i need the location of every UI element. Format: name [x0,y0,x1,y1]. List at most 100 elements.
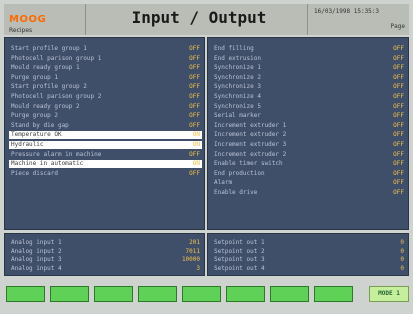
logo: MOOG Recipes [4,4,86,35]
function-button-4[interactable] [138,286,177,302]
digital-output-row: Increment extruder 1 OFF [212,122,406,130]
digital-output-row-label: Synchronize 5 [214,102,261,110]
digital-output-row: Increment extruder 2 OFF [212,131,406,139]
digital-input-row: Pressure alarm in machine OFF [9,151,202,159]
analog-input-row: Analog input 1 201 [9,239,202,247]
analog-output-row-value: 0 [400,264,404,272]
function-button-2[interactable] [50,286,89,302]
digital-input-row: Temperature OK ON [9,131,202,140]
digital-input-row-label: Stand by die gap [11,121,69,129]
digital-output-row-value: OFF [393,141,404,148]
digital-output-row-value: OFF [393,160,404,168]
digital-output-row: Increment extruder 2 OFF [212,151,406,159]
digital-output-row-value: OFF [393,112,404,120]
digital-input-row-label: Mould ready group 1 [11,64,80,72]
digital-output-row-value: OFF [393,179,404,187]
digital-input-row: Purge group 2 OFF [9,112,202,120]
digital-input-row-label: Machine in automatic [11,160,84,168]
digital-output-row-label: Alarm [214,179,233,187]
digital-input-row-value: ON [192,160,200,168]
digital-input-row-value: OFF [189,64,200,72]
analog-outputs-panel: Setpoint out 1 0 Setpoint out 2 0 Setpoint o… [207,233,409,276]
digital-input-row-label: Pressure alarm in machine [11,150,102,158]
digital-input-row: Photocell parison group 2 OFF [9,93,202,101]
function-button-3[interactable] [94,286,133,302]
function-button-1[interactable] [6,286,45,302]
digital-output-row-label: Increment extruder 2 [214,131,287,139]
digital-output-row-value: OFF [393,102,404,110]
analog-output-row: Setpoint out 3 0 [212,256,406,264]
digital-inputs-panel: Start profile group 1 OFF Photocell pariso… [4,37,205,230]
digital-input-row: Piece discard OFF [9,170,202,178]
digital-input-row-value: OFF [189,102,200,110]
digital-input-row-label: Piece discard [11,169,58,177]
digital-output-row: End filling OFF [212,45,406,53]
analog-output-row: Setpoint out 1 0 [212,239,406,247]
digital-input-row: Mould ready group 1 OFF [9,64,202,72]
recipes-label[interactable]: Recipes [9,27,85,34]
function-button-6[interactable] [226,286,265,302]
digital-input-row: Purge group 1 OFF [9,74,202,82]
analog-input-row-value: 7011 [185,247,200,255]
digital-output-row-value: OFF [393,73,404,81]
digital-output-row-value: OFF [393,131,404,139]
digital-input-row: Photocell parison group 1 OFF [9,55,202,63]
analog-input-row: Analog input 4 3 [9,265,202,273]
analog-output-row-label: Setpoint out 1 [214,239,265,246]
analog-input-row-label: Analog input 2 [11,247,62,255]
logo-text: MOOG [9,14,47,25]
digital-output-row-value: OFF [393,121,404,129]
digital-input-row-value: OFF [189,121,200,129]
digital-output-row-label: Synchronize 2 [214,73,261,81]
analog-output-row: Setpoint out 4 0 [212,265,406,273]
mode-button[interactable]: MODE 1 [369,286,409,302]
analog-input-row-label: Analog input 4 [11,264,62,272]
digital-input-row-value: OFF [189,45,200,52]
digital-input-row-value: OFF [189,93,200,100]
digital-output-row-label: Synchronize 4 [214,93,261,100]
digital-output-row: End production OFF [212,170,406,178]
digital-output-row: Increment extruder 3 OFF [212,141,406,149]
digital-output-row-label: Increment extruder 2 [214,150,287,158]
analog-input-row-label: Analog input 1 [11,239,62,246]
function-button-7[interactable] [270,286,309,302]
digital-input-row-label: Start profile group 2 [11,83,87,91]
digital-output-row-value: OFF [393,64,404,72]
digital-output-row-value: OFF [393,54,404,62]
analog-input-row: Analog input 2 7011 [9,248,202,256]
analog-output-row-label: Setpoint out 2 [214,247,265,255]
digital-output-row-value: OFF [393,83,404,91]
digital-output-row: Alarm OFF [212,179,406,187]
digital-output-row: Synchronize 5 OFF [212,103,406,111]
analog-input-row-value: 10000 [181,256,200,263]
digital-input-row-label: Mould ready group 2 [11,102,80,110]
digital-output-row: Enable drive OFF [212,189,406,197]
digital-input-row: Stand by die gap OFF [9,122,202,130]
analog-output-row-label: Setpoint out 3 [214,256,265,263]
analog-output-row-value: 0 [400,247,404,255]
digital-output-row-label: Enable drive [214,189,258,196]
digital-input-row-label: Photocell parison group 2 [11,93,102,100]
digital-output-row-value: OFF [393,189,404,196]
digital-input-row-value: ON [192,131,200,139]
digital-input-row-value: OFF [189,54,200,62]
digital-input-row: Start profile group 1 OFF [9,45,202,53]
digital-output-row: Synchronize 3 OFF [212,83,406,91]
digital-output-row-value: OFF [393,45,404,52]
digital-input-row-value: OFF [189,169,200,177]
header-bar: MOOG Recipes Input / Output 16/03/1998 1… [4,4,409,35]
digital-output-row: Synchronize 2 OFF [212,74,406,82]
analog-output-row: Setpoint out 2 0 [212,248,406,256]
digital-input-row-value: OFF [189,150,200,158]
digital-output-row-label: Serial marker [214,112,261,120]
digital-output-row: End extrusion OFF [212,55,406,63]
function-button-5[interactable] [182,286,221,302]
digital-output-row: Synchronize 4 OFF [212,93,406,101]
function-button-8[interactable] [314,286,353,302]
digital-input-row-value: OFF [189,112,200,120]
digital-input-row: Hydraulic ON [9,141,202,149]
analog-inputs-panel: Analog input 1 201 Analog input 2 7011 Analo… [4,233,205,276]
digital-input-row-label: Hydraulic [11,141,44,148]
digital-output-row-label: Synchronize 3 [214,83,261,91]
digital-output-row-label: Synchronize 1 [214,64,261,72]
